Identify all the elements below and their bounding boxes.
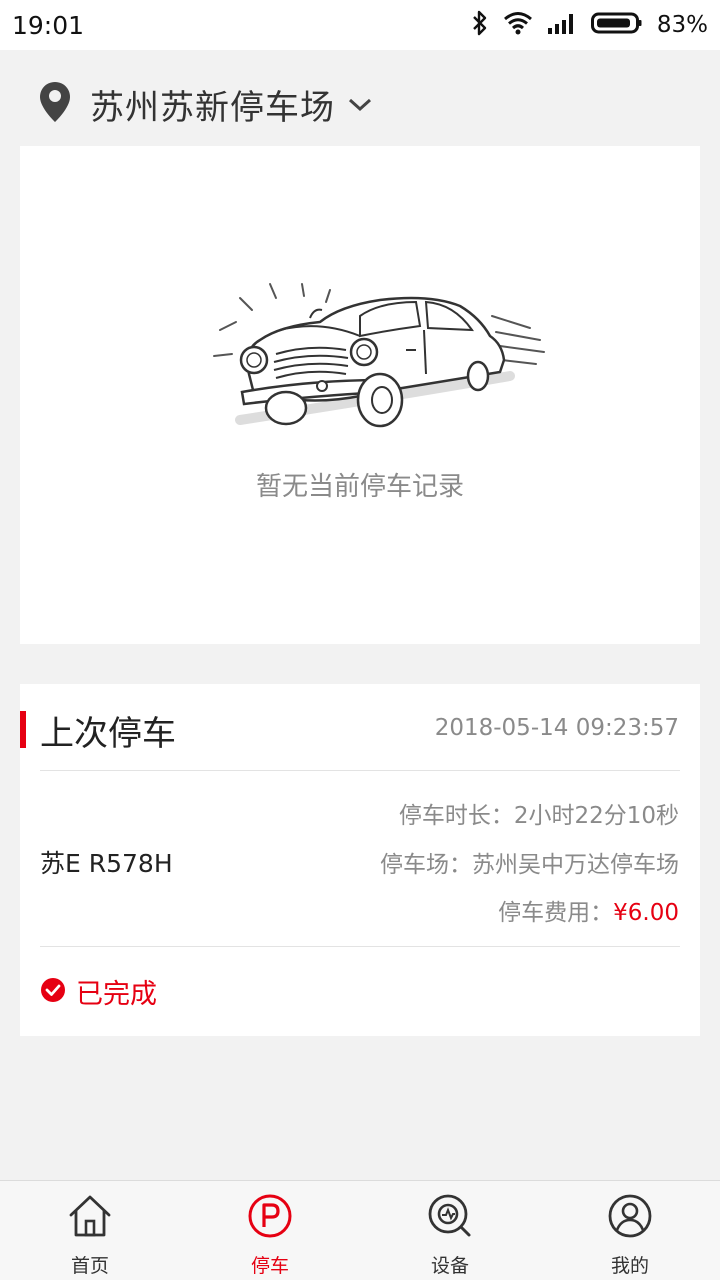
divider xyxy=(40,770,680,771)
current-parking-card: 暂无当前停车记录 xyxy=(20,146,700,644)
nav-device[interactable]: 设备 xyxy=(360,1181,540,1280)
status-completed: 已完成 xyxy=(40,972,157,1011)
nav-parking[interactable]: 停车 xyxy=(180,1181,360,1280)
plate-number: 苏E R578H xyxy=(40,849,173,878)
battery-icon xyxy=(590,11,643,39)
car-illustration xyxy=(210,280,550,434)
fee-row: 停车费用：¥6.00 xyxy=(498,893,679,927)
nav-label: 停车 xyxy=(250,1255,289,1277)
duration-label: 停车时长： xyxy=(398,803,514,829)
duration-value: 2小时22分10秒 xyxy=(513,803,679,829)
nav-label: 设备 xyxy=(430,1255,469,1277)
status-label: 已完成 xyxy=(76,979,157,1010)
status-time: 19:01 xyxy=(12,10,85,40)
wifi-icon xyxy=(503,11,533,39)
signal-icon xyxy=(547,11,577,39)
last-parking-card[interactable]: 上次停车 2018-05-14 09:23:57 苏E R578H 停车时长：2… xyxy=(20,684,700,1036)
home-icon xyxy=(67,1193,113,1243)
last-parking-title: 上次停车 xyxy=(40,714,176,754)
chevron-down-icon[interactable] xyxy=(347,97,373,117)
nav-label: 我的 xyxy=(610,1255,649,1277)
nav-label: 首页 xyxy=(70,1255,109,1277)
empty-record-text: 暂无当前停车记录 xyxy=(255,472,464,502)
nav-profile[interactable]: 我的 xyxy=(540,1181,720,1280)
status-icons: 83% xyxy=(471,10,708,40)
lot-value: 苏州吴中万达停车场 xyxy=(472,852,679,878)
check-circle-icon xyxy=(40,977,66,1007)
device-icon xyxy=(427,1193,473,1243)
parking-icon xyxy=(247,1193,293,1243)
lot-label: 停车场： xyxy=(380,852,472,878)
section-marker xyxy=(20,711,26,748)
location-pin-icon xyxy=(38,80,72,128)
bottom-nav: 首页 停车 设备 我的 xyxy=(0,1180,720,1280)
duration-row: 停车时长：2小时22分10秒 xyxy=(399,796,679,830)
nav-home[interactable]: 首页 xyxy=(0,1181,180,1280)
fee-value: ¥6.00 xyxy=(613,900,679,926)
divider xyxy=(40,946,680,947)
status-bar: 19:01 83% xyxy=(0,0,720,50)
last-parking-header: 上次停车 2018-05-14 09:23:57 xyxy=(20,684,700,770)
fee-label: 停车费用： xyxy=(498,900,614,926)
bluetooth-icon xyxy=(471,10,489,40)
battery-percent: 83% xyxy=(656,12,708,38)
last-parking-time: 2018-05-14 09:23:57 xyxy=(434,715,679,741)
location-selector[interactable]: 苏州苏新停车场 xyxy=(38,74,373,134)
lot-row: 停车场：苏州吴中万达停车场 xyxy=(380,845,679,879)
location-name[interactable]: 苏州苏新停车场 xyxy=(90,80,335,129)
profile-icon xyxy=(607,1193,653,1243)
